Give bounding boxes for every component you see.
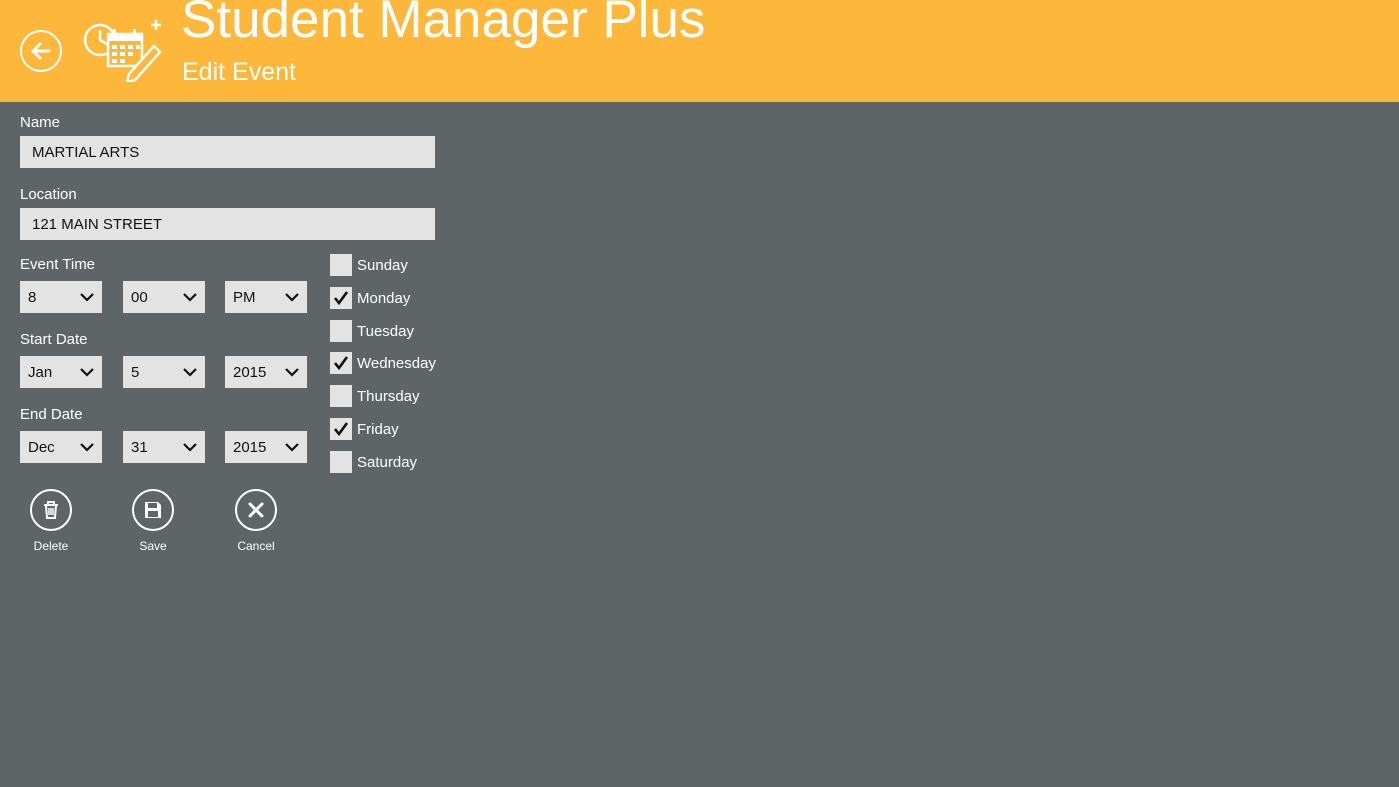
day-checkbox-thursday[interactable]: Thursday (330, 385, 420, 407)
save-label: Save (139, 539, 167, 553)
day-checkbox-saturday[interactable]: Saturday (330, 451, 417, 473)
start-day-select[interactable]: 5 (123, 356, 205, 388)
checkbox[interactable] (330, 418, 352, 440)
day-label: Wednesday (357, 354, 436, 372)
location-input[interactable] (20, 208, 435, 240)
start-year-value: 2015 (233, 363, 267, 381)
delete-circle (30, 489, 72, 531)
end-day-select[interactable]: 31 (123, 431, 205, 463)
event-ampm-value: PM (233, 288, 256, 306)
checkbox[interactable] (330, 385, 352, 407)
start-date-label: Start Date (20, 331, 88, 348)
app-header: Student Manager Plus Edit Event (0, 0, 1399, 102)
end-day-value: 31 (131, 438, 148, 456)
checkmark-icon (333, 422, 349, 437)
end-month-select[interactable]: Dec (20, 431, 102, 463)
cancel-button[interactable]: Cancel (226, 489, 286, 553)
name-label: Name (20, 114, 61, 131)
checkmark-icon (333, 291, 349, 306)
app-title: Student Manager Plus (181, 0, 706, 49)
back-arrow-icon (31, 42, 51, 60)
chevron-down-icon (183, 293, 197, 302)
chevron-down-icon (285, 368, 299, 377)
back-button[interactable] (20, 30, 62, 72)
end-date-label: End Date (20, 406, 83, 423)
day-label: Monday (357, 289, 411, 307)
end-year-value: 2015 (233, 438, 267, 456)
name-input[interactable] (20, 136, 435, 168)
checkbox[interactable] (330, 254, 352, 276)
floppy-disk-icon (145, 502, 161, 518)
event-hour-select[interactable]: 8 (20, 281, 102, 313)
location-label: Location (20, 186, 77, 203)
start-month-select[interactable]: Jan (20, 356, 102, 388)
end-month-value: Dec (28, 438, 55, 456)
save-circle (132, 489, 174, 531)
day-label: Friday (357, 420, 399, 438)
checkbox[interactable] (330, 287, 352, 309)
day-label: Tuesday (357, 322, 414, 340)
day-checkbox-monday[interactable]: Monday (330, 287, 410, 309)
save-button[interactable]: Save (123, 489, 183, 553)
day-checkbox-tuesday[interactable]: Tuesday (330, 320, 414, 342)
checkbox[interactable] (330, 352, 352, 374)
day-checkbox-wednesday[interactable]: Wednesday (330, 352, 436, 374)
start-month-value: Jan (28, 363, 53, 381)
event-time-label: Event Time (20, 256, 96, 273)
chevron-down-icon (285, 443, 299, 452)
checkmark-icon (333, 356, 349, 371)
event-ampm-select[interactable]: PM (225, 281, 307, 313)
day-label: Saturday (357, 453, 418, 471)
start-year-select[interactable]: 2015 (225, 356, 307, 388)
chevron-down-icon (80, 368, 94, 377)
day-checkbox-friday[interactable]: Friday (330, 418, 399, 440)
day-label: Sunday (357, 256, 408, 274)
trash-icon (44, 501, 58, 519)
close-icon (248, 502, 264, 518)
chevron-down-icon (183, 368, 197, 377)
page-subtitle: Edit Event (182, 58, 296, 86)
event-minute-select[interactable]: 00 (123, 281, 205, 313)
delete-label: Delete (33, 539, 69, 553)
end-year-select[interactable]: 2015 (225, 431, 307, 463)
cancel-label: Cancel (237, 539, 275, 553)
chevron-down-icon (285, 293, 299, 302)
cancel-circle (235, 489, 277, 531)
calendar-clock-edit-icon (83, 20, 162, 82)
event-hour-value: 8 (28, 288, 37, 306)
checkbox[interactable] (330, 451, 352, 473)
chevron-down-icon (183, 443, 197, 452)
checkbox[interactable] (330, 320, 352, 342)
chevron-down-icon (80, 443, 94, 452)
chevron-down-icon (80, 293, 94, 302)
day-checkbox-sunday[interactable]: Sunday (330, 254, 408, 276)
delete-button[interactable]: Delete (21, 489, 81, 553)
event-minute-value: 00 (131, 288, 148, 306)
start-day-value: 5 (131, 363, 140, 381)
day-label: Thursday (357, 387, 420, 405)
